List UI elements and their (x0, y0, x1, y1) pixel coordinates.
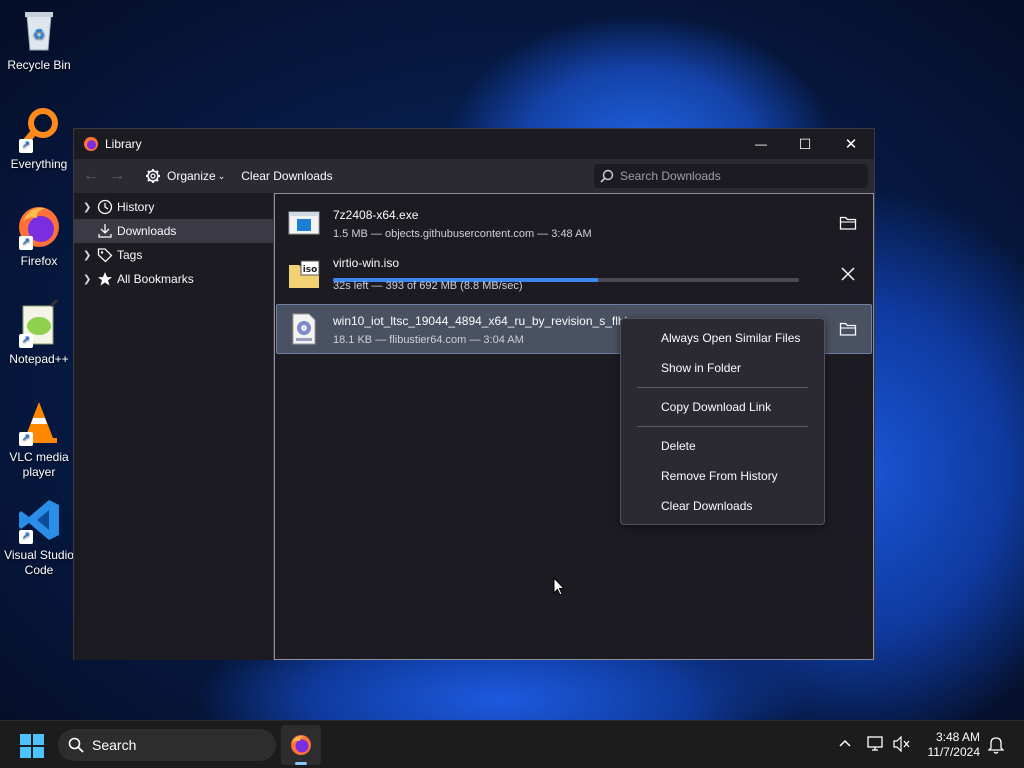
back-button[interactable]: ← (79, 164, 103, 188)
volume-muted-icon[interactable] (893, 735, 911, 755)
desktop-icon-firefox[interactable]: ↗ Firefox (0, 202, 78, 269)
everything-search-icon: ↗ (15, 105, 63, 153)
search-icon (600, 169, 614, 183)
vscode-icon: ↗ (15, 496, 63, 544)
download-filename: win10_iot_ltsc_19044_4894_x64_ru_by_revi… (333, 314, 633, 328)
desktop-icon-vlc[interactable]: ↗ VLC media player (0, 398, 78, 480)
shortcut-arrow-icon: ↗ (19, 432, 33, 446)
desktop-icon-label: VLC media player (9, 450, 69, 479)
download-context-menu: Always Open Similar Files Show in Folder… (620, 318, 825, 525)
chevron-down-icon: ⌄ (217, 170, 226, 181)
chevron-right-icon[interactable]: ❯ (83, 202, 93, 213)
sidebar-item-label: Tags (117, 248, 143, 262)
taskbar-clock[interactable]: 3:48 AM 11/7/2024 (928, 730, 981, 760)
notification-bell-icon[interactable] (987, 736, 1005, 757)
desktop-icon-label: Everything (10, 157, 68, 171)
shortcut-arrow-icon: ↗ (19, 334, 33, 348)
cancel-icon[interactable] (836, 262, 860, 286)
sidebar-item-tags[interactable]: ❯ Tags (74, 243, 273, 267)
download-item[interactable]: 7z2408-x64.exe 1.5 MB — objects.githubus… (276, 198, 872, 248)
organize-label: Organize (167, 169, 216, 183)
network-icon[interactable] (867, 736, 885, 755)
forward-button[interactable]: → (105, 164, 129, 188)
search-icon (68, 737, 84, 753)
menu-separator (637, 387, 808, 388)
desktop-icon-label: Recycle Bin (7, 58, 71, 72)
firefox-icon: ↗ (15, 202, 63, 250)
sidebar-item-label: Downloads (117, 224, 177, 238)
menu-item-delete[interactable]: Delete (621, 431, 824, 461)
folder-icon[interactable] (836, 211, 860, 235)
download-item[interactable]: iso virtio-win.iso 32s left — 393 of 692… (276, 250, 872, 300)
clock-time: 3:48 AM (935, 730, 980, 744)
sidebar-item-label: History (117, 200, 155, 214)
desktop-icon-label: Notepad++ (9, 352, 69, 366)
clock-date: 11/7/2024 (927, 745, 981, 759)
taskbar-search[interactable]: Search (58, 729, 276, 761)
start-button[interactable] (20, 734, 44, 758)
clear-downloads-button[interactable]: Clear Downloads (237, 164, 336, 188)
recycle-bin-icon: ♻ (15, 6, 63, 54)
minimize-button[interactable]: — (738, 129, 784, 159)
vlc-cone-icon: ↗ (15, 398, 63, 446)
desktop-icon-notepadpp[interactable]: ↗ Notepad++ (0, 296, 78, 367)
desktop-icon-everything[interactable]: ↗ Everything (0, 105, 78, 172)
menu-item-clear-downloads[interactable]: Clear Downloads (621, 491, 824, 521)
iso-file-icon: iso (288, 259, 320, 291)
search-downloads-input[interactable] (620, 169, 860, 183)
sidebar-item-all-bookmarks[interactable]: ❯ All Bookmarks (74, 267, 273, 291)
taskbar: Search 3:48 AM 11/7/2024 (0, 720, 1024, 768)
firefox-icon (289, 733, 313, 760)
download-icon (97, 223, 113, 239)
exe-file-icon (288, 207, 320, 239)
download-status: 1.5 MB — objects.githubusercontent.com —… (333, 228, 592, 240)
library-toolbar: ← → Organize ⌄ Clear Downloads (74, 159, 874, 193)
clock-icon (97, 199, 113, 215)
star-icon (97, 271, 113, 287)
windows-logo-icon (20, 734, 44, 761)
firefox-icon (83, 136, 99, 152)
window-title: Library (105, 137, 142, 151)
folder-icon[interactable] (836, 317, 860, 341)
desktop-icon-vscode[interactable]: ↗ Visual Studio Code (0, 496, 78, 578)
download-status: 32s left — 393 of 692 MB (8.8 MB/sec) (333, 280, 523, 292)
shortcut-arrow-icon: ↗ (19, 236, 33, 250)
close-button[interactable]: ✕ (828, 129, 874, 159)
maximize-button[interactable]: ☐ (782, 129, 828, 159)
chevron-right-icon[interactable]: ❯ (83, 274, 93, 285)
gear-icon (145, 168, 161, 184)
menu-separator (637, 426, 808, 427)
chevron-up-icon[interactable] (838, 737, 852, 754)
download-status: 18.1 KB — flibustier64.com — 3:04 AM (333, 334, 524, 346)
taskbar-search-label: Search (92, 737, 137, 753)
mouse-cursor-icon (553, 576, 566, 599)
organize-button[interactable]: Organize ⌄ (141, 164, 229, 188)
svg-text:iso: iso (303, 265, 318, 275)
desktop-icon-label: Firefox (20, 254, 58, 268)
sidebar-item-history[interactable]: ❯ History (74, 195, 273, 219)
download-filename: 7z2408-x64.exe (333, 208, 419, 222)
taskbar-firefox-button[interactable] (281, 725, 321, 765)
svg-text:♻: ♻ (33, 27, 46, 43)
library-sidebar: ❯ History Downloads ❯ Tags ❯ All Bookmar… (74, 193, 274, 660)
menu-item-copy-download-link[interactable]: Copy Download Link (621, 392, 824, 422)
chevron-right-icon[interactable]: ❯ (83, 250, 93, 261)
active-app-indicator (295, 762, 307, 765)
search-downloads-box[interactable] (594, 164, 868, 188)
desktop-icon-recycle-bin[interactable]: ♻ Recycle Bin (0, 6, 78, 73)
menu-item-always-open-similar[interactable]: Always Open Similar Files (621, 323, 824, 353)
menu-item-show-in-folder[interactable]: Show in Folder (621, 353, 824, 383)
download-filename: virtio-win.iso (333, 256, 400, 270)
torrent-file-icon (288, 313, 320, 345)
notepadpp-icon: ↗ (15, 296, 63, 348)
sidebar-item-label: All Bookmarks (117, 272, 194, 286)
menu-item-remove-from-history[interactable]: Remove From History (621, 461, 824, 491)
sidebar-item-downloads[interactable]: Downloads (74, 219, 273, 243)
window-titlebar[interactable]: Library — ☐ ✕ (74, 129, 874, 159)
shortcut-arrow-icon: ↗ (19, 139, 33, 153)
desktop-icon-label: Visual Studio Code (4, 548, 74, 577)
tag-icon (97, 247, 113, 263)
shortcut-arrow-icon: ↗ (19, 530, 33, 544)
